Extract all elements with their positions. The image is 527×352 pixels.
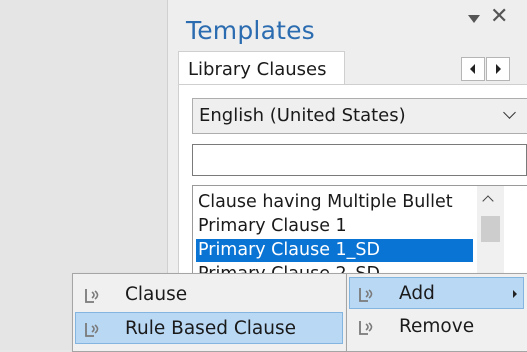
search-input[interactable] <box>192 144 527 176</box>
scroll-thumb[interactable] <box>481 216 500 242</box>
menu-item-label: Remove <box>399 316 475 337</box>
triangle-left-icon <box>470 64 475 74</box>
menu-item-label: Add <box>399 283 435 304</box>
submenu: Add Remove <box>346 273 527 352</box>
scroll-up-icon[interactable] <box>482 195 494 207</box>
menu-item-clause[interactable]: Clause <box>75 279 343 311</box>
tab-scroll-left-button[interactable] <box>461 57 485 81</box>
clause-icon <box>85 289 99 303</box>
clause-icon <box>85 323 99 337</box>
menu-item-rule-based-clause[interactable]: Rule Based Clause <box>75 312 343 344</box>
list-item-selected[interactable]: Primary Clause 1_SD <box>196 239 473 262</box>
clause-icon <box>359 321 373 335</box>
chevron-down-icon <box>503 106 516 119</box>
context-menu: Clause Rule Based Clause <box>72 273 348 352</box>
tab-scroll-right-button[interactable] <box>486 57 510 81</box>
pane-title: Templates <box>186 16 315 45</box>
list-item[interactable]: Clause having Multiple Bullet <box>198 191 473 214</box>
tab-library-clauses[interactable]: Library Clauses <box>178 51 345 86</box>
tab-label: Library Clauses <box>188 59 327 80</box>
menu-item-label: Rule Based Clause <box>125 318 296 339</box>
language-dropdown[interactable]: English (United States) <box>192 98 527 134</box>
close-icon[interactable]: ✕ <box>490 6 508 28</box>
language-dropdown-value: English (United States) <box>199 105 406 126</box>
pane-options-dropdown-icon[interactable] <box>466 12 482 26</box>
menu-item-label: Clause <box>125 284 188 305</box>
submenu-arrow-icon <box>513 290 517 298</box>
menu-item-remove[interactable]: Remove <box>349 311 524 343</box>
list-item[interactable]: Primary Clause 1 <box>198 215 473 238</box>
menu-item-add[interactable]: Add <box>349 277 524 309</box>
clause-icon <box>359 288 373 302</box>
triangle-right-icon <box>496 64 501 74</box>
